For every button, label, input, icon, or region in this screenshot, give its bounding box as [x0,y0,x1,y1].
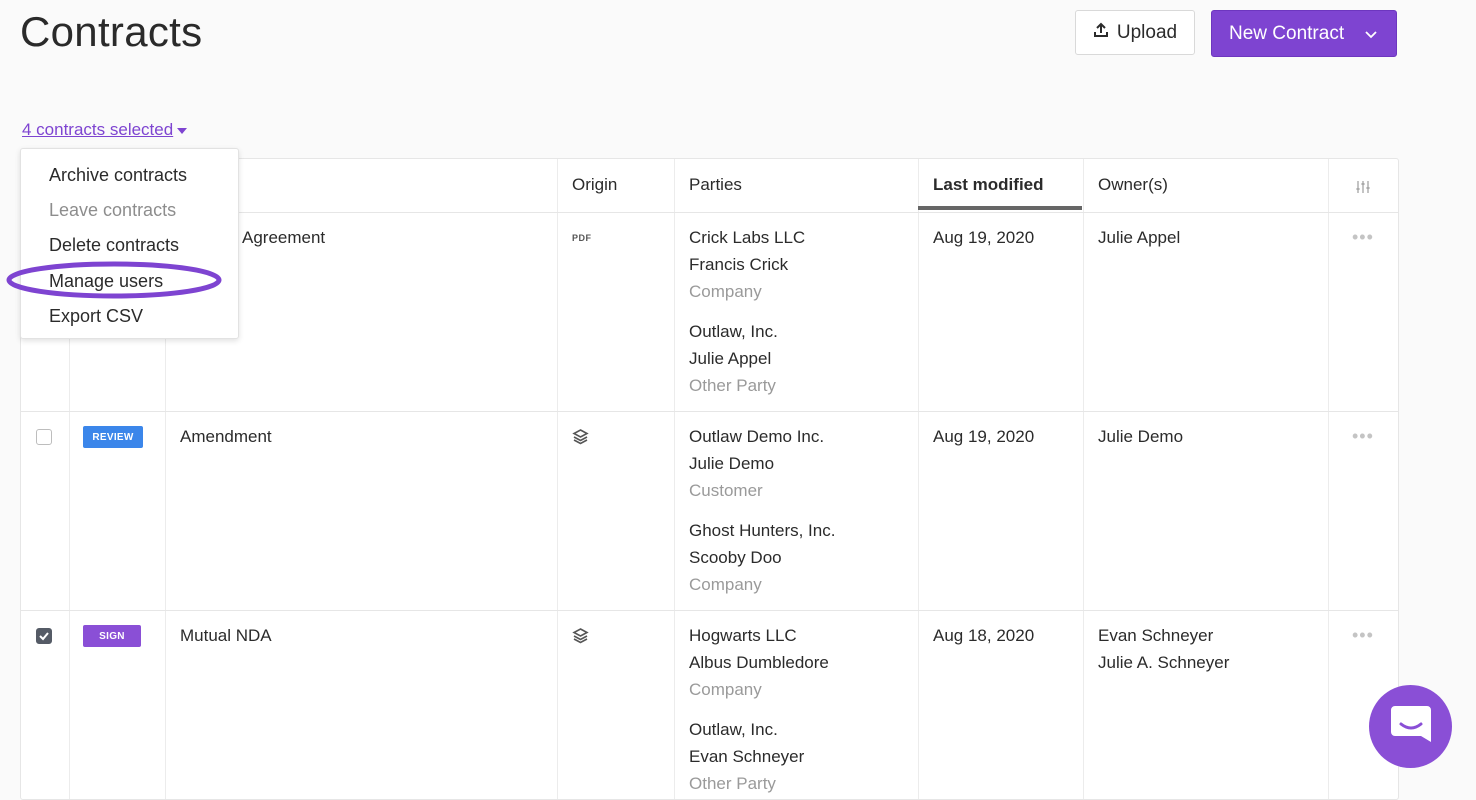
parties-cell: Hogwarts LLC Albus Dumbledore Company Ou… [689,622,829,797]
more-options-icon[interactable]: ••• [1352,625,1374,646]
chevron-down-icon[interactable] [1364,25,1378,47]
page-title: Contracts [20,8,203,55]
party-person: Evan Schneyer [689,747,805,766]
upload-label: Upload [1116,21,1178,43]
party-role: Other Party [689,376,776,395]
column-header-parties[interactable]: Parties [689,175,742,195]
row-checkbox[interactable] [36,628,52,644]
caret-down-icon [177,127,188,134]
last-modified: Aug 19, 2020 [933,228,1035,247]
party-org: Ghost Hunters, Inc. [689,521,836,540]
status-badge: SIGN [83,625,141,647]
more-options-icon[interactable]: ••• [1352,426,1374,447]
party-role: Company [689,575,762,594]
layers-icon [572,627,589,649]
new-contract-label: New Contract [1229,22,1345,44]
menu-item-archive-contracts[interactable]: Archive contracts [49,165,187,186]
pdf-icon: PDF [572,233,592,243]
owner: Julie Demo [1098,427,1184,446]
menu-item-manage-users[interactable]: Manage users [49,271,163,292]
parties-cell: Outlaw Demo Inc. Julie Demo Customer Gho… [689,423,835,598]
bulk-actions-menu: Archive contracts Leave contracts Delete… [20,148,239,339]
column-divider [1083,159,1084,799]
sort-indicator [918,206,1082,210]
row-divider [21,411,1398,412]
check-icon [39,632,49,641]
row-divider [21,610,1398,611]
column-divider [557,159,558,799]
menu-item-export-csv[interactable]: Export CSV [49,306,143,327]
column-settings-icon[interactable] [1355,179,1371,200]
party-person: Julie Demo [689,454,775,473]
column-header-last-modified[interactable]: Last modified [933,175,1044,195]
party-org: Outlaw Demo Inc. [689,427,825,446]
party-person: Scooby Doo [689,548,782,567]
selection-count-label: 4 contracts selected [22,120,174,139]
party-role: Customer [689,481,763,500]
upload-icon [1093,22,1109,44]
column-divider [1328,159,1329,799]
party-person: Julie Appel [689,349,772,368]
party-org: Hogwarts LLC [689,626,797,645]
column-header-origin[interactable]: Origin [572,175,617,195]
column-divider [674,159,675,799]
party-person: Francis Crick [689,255,789,274]
menu-item-leave-contracts: Leave contracts [49,200,177,220]
parties-cell: Crick Labs LLC Francis Crick Company Out… [689,224,805,399]
party-person: Albus Dumbledore [689,653,829,672]
column-header-owners[interactable]: Owner(s) [1098,175,1168,195]
contract-name[interactable]: Agreement [242,224,325,251]
upload-button[interactable]: Upload [1075,10,1195,55]
party-org: Outlaw, Inc. [689,322,778,341]
party-org: Crick Labs LLC [689,228,806,247]
new-contract-button[interactable]: New Contract [1211,10,1397,57]
more-options-icon[interactable]: ••• [1352,227,1374,248]
owner: Evan Schneyer [1098,626,1214,645]
chat-icon [1389,702,1433,751]
layers-icon [572,428,589,450]
owner: Julie A. Schneyer [1098,653,1230,672]
menu-item-delete-contracts[interactable]: Delete contracts [49,235,179,256]
party-role: Company [689,282,762,301]
party-role: Other Party [689,774,776,793]
last-modified: Aug 19, 2020 [933,427,1035,446]
selection-dropdown-toggle[interactable]: 4 contracts selected [22,120,188,140]
last-modified: Aug 18, 2020 [933,626,1035,645]
party-role: Company [689,680,762,699]
owners-cell: Evan Schneyer Julie A. Schneyer [1098,622,1229,676]
row-checkbox[interactable] [36,429,52,445]
contract-name[interactable]: Mutual NDA [180,622,272,649]
column-divider [918,159,919,799]
contract-name[interactable]: Amendment [180,423,272,450]
owner: Julie Appel [1098,228,1181,247]
status-badge: REVIEW [83,426,143,448]
party-org: Outlaw, Inc. [689,720,778,739]
chat-launcher-button[interactable] [1369,685,1452,768]
